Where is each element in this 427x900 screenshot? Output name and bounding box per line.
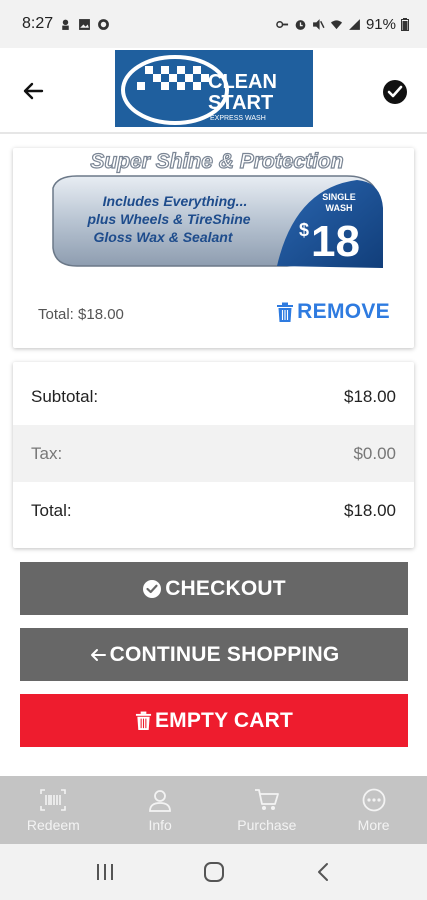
nav-item-more[interactable]: More [320,776,427,844]
nav-label-purchase: Purchase [237,817,297,833]
nav-label-redeem: Redeem [26,817,80,833]
cart-item-card: Super Shine & Protection Includes Everyt… [13,148,414,348]
product-banner: Super Shine & Protection Includes Everyt… [52,149,383,268]
tax-value: $0.00 [353,443,396,463]
mute-icon [313,18,325,30]
status-bar: 8:27 91% [0,0,427,48]
remove-button[interactable]: REMOVE [276,300,390,324]
product-desc-line3: Gloss Wax & Sealant [93,229,233,245]
logo-text-clean: CLEAN [208,71,277,93]
tax-label: Tax: [31,443,63,463]
battery-percent: 91% [365,15,396,33]
person-icon [147,787,173,813]
badge-line2: WASH [326,203,353,213]
nav-item-purchase[interactable]: Purchase [214,776,321,844]
system-nav-bar [0,844,427,900]
product-desc-line2: plus Wheels & TireShine [86,211,250,227]
clock: 8:27 [22,15,54,32]
image-icon [79,18,91,30]
logo-text-express: EXPRESS WASH [210,115,266,122]
clean-start-logo: CLEAN START EXPRESS WASH [115,50,313,127]
key-icon [276,20,289,28]
battery-icon [401,17,409,31]
nav-item-info[interactable]: Info [107,776,214,844]
remove-label: REMOVE [297,300,390,323]
wifi-icon [330,19,343,29]
notification-icon [62,19,69,30]
empty-cart-label: EMPTY CART [154,708,294,732]
empty-cart-button[interactable]: EMPTY CART [20,694,408,747]
recent-apps-icon [96,864,113,880]
trash-icon [277,302,294,322]
chevron-left-icon [317,863,328,881]
item-total: Total: $18.00 [38,306,124,323]
home-icon [203,862,224,882]
checkout-label: CHECKOUT [165,576,286,600]
check-circle-icon [143,579,162,598]
subtotal-row: Subtotal: $18.00 [13,368,414,425]
trash-icon [135,711,151,730]
continue-shopping-button[interactable]: CONTINUE SHOPPING [20,628,408,681]
more-icon [361,787,387,813]
recent-apps-button[interactable] [85,852,125,892]
confirm-button[interactable] [381,78,409,106]
signal-icon [349,18,360,30]
totals-card: Subtotal: $18.00 Tax: $0.00 Total: $18.0… [13,362,414,548]
badge-line1: SINGLE [322,192,356,202]
price-value: 18 [311,217,360,266]
total-row: Total: $18.00 [13,482,414,539]
tax-row: Tax: $0.00 [13,425,414,482]
logo-text-start: START [208,92,273,114]
cart-icon [254,787,280,813]
product-desc-line1: Includes Everything... [103,193,248,209]
arrow-left-icon [90,648,106,661]
check-circle-icon [383,80,407,104]
back-button[interactable] [18,76,48,106]
checkout-button[interactable]: CHECKOUT [20,562,408,615]
continue-label: CONTINUE SHOPPING [109,642,340,666]
app-header: CLEAN START EXPRESS WASH [0,48,427,134]
product-title: Super Shine & Protection [90,150,343,173]
price-symbol: $ [299,220,309,240]
total-value: $18.00 [344,500,396,520]
total-label: Total: [31,500,72,520]
system-back-button[interactable] [303,852,343,892]
alarm-icon [295,19,306,30]
app-notification-icon [98,18,110,30]
nav-label-more: More [357,817,390,833]
back-arrow-icon [23,82,44,100]
bottom-nav: Redeem Info Purchase More [0,776,427,844]
home-button[interactable] [194,852,234,892]
subtotal-value: $18.00 [344,386,396,406]
nav-label-info: Info [148,817,172,833]
barcode-icon [40,787,67,813]
nav-item-redeem[interactable]: Redeem [0,776,107,844]
subtotal-label: Subtotal: [31,386,99,406]
